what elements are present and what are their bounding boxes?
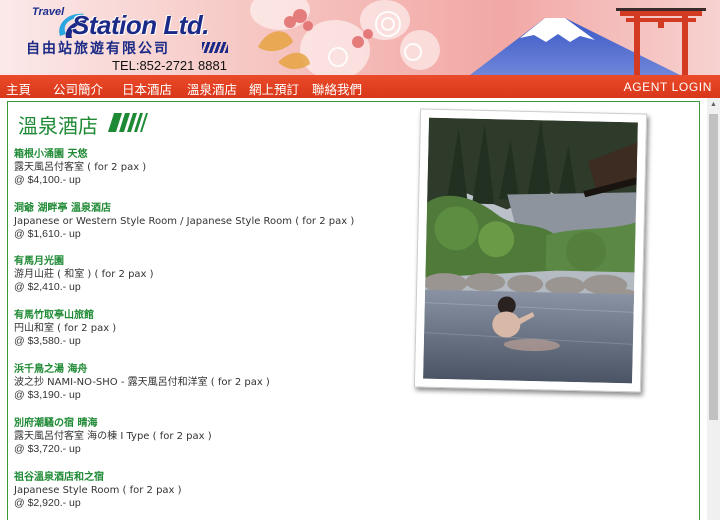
flower-decoration-icon bbox=[258, 9, 422, 70]
scrollbar-thumb[interactable] bbox=[709, 114, 718, 420]
hotel-room-type: Japanese Style Room ( for 2 pax ) bbox=[14, 484, 182, 496]
nav-item-japan-hotels[interactable]: 日本酒店 bbox=[122, 79, 172, 98]
hotel-price: @ $2,410.- up bbox=[14, 281, 81, 294]
page-title: 溫泉酒店 bbox=[18, 114, 98, 138]
header-banner: Travel Station Ltd. 自由站旅遊有限公司 TEL:852-27… bbox=[0, 0, 720, 75]
hotel-price: @ $4,100.- up bbox=[14, 174, 81, 187]
hotel-price: @ $1,610.- up bbox=[14, 228, 81, 241]
onsen-photo bbox=[413, 108, 648, 393]
scroll-up-arrow-icon[interactable]: ▲ bbox=[707, 98, 720, 112]
hotel-price: @ $2,920.- up bbox=[14, 497, 81, 510]
hotel-listing: 箱根小涌園 天悠 露天風呂付客室 ( for 2 pax ) @ $4,100.… bbox=[14, 149, 146, 187]
main-navigation: 主頁 公司簡介 日本酒店 溫泉酒店 網上預訂 聯絡我們 AGENT LOGIN bbox=[0, 75, 720, 98]
hotel-listing: 有馬竹取亭山旅館 円山和室 ( for 2 pax ) @ $3,580.- u… bbox=[14, 310, 116, 348]
hotel-room-type: 露天風呂付客室 ( for 2 pax ) bbox=[14, 161, 147, 173]
green-stripes-icon bbox=[108, 113, 148, 132]
hotel-price: @ $3,190.- up bbox=[14, 389, 81, 402]
nav-item-online-booking[interactable]: 網上預訂 bbox=[249, 79, 299, 98]
hotel-price: @ $3,720.- up bbox=[14, 443, 81, 456]
hotel-name-link[interactable]: 洞爺 湖畔亭 溫泉酒店 bbox=[14, 203, 354, 216]
telephone-number: TEL:852-2721 8881 bbox=[112, 58, 227, 73]
hotel-listing: 別府潮騷の宿 晴海 露天風呂付客室 海の棟 I Type ( for 2 pax… bbox=[14, 418, 212, 456]
hotel-listing: 有馬月光園 游月山莊 ( 和室 ) ( for 2 pax ) @ $2,410… bbox=[14, 256, 154, 294]
hotel-listing: 祖谷溫泉酒店和之宿 Japanese Style Room ( for 2 pa… bbox=[14, 472, 182, 510]
mount-fuji-torii-illustration bbox=[470, 8, 706, 75]
hotel-room-type: 円山和室 ( for 2 pax ) bbox=[14, 322, 117, 334]
hotel-name-link[interactable]: 有馬月光園 bbox=[14, 256, 154, 269]
company-logo[interactable]: Travel Station Ltd. 自由站旅遊有限公司 TEL:852-27… bbox=[26, 4, 238, 74]
nav-item-onsen-hotels[interactable]: 溫泉酒店 bbox=[187, 79, 237, 98]
hotel-listing: 洞爺 湖畔亭 溫泉酒店 Japanese or Western Style Ro… bbox=[14, 203, 354, 241]
nav-item-contact[interactable]: 聯絡我們 bbox=[312, 79, 362, 98]
logo-stripes-decoration bbox=[202, 42, 228, 53]
hotel-room-type: Japanese or Western Style Room / Japanes… bbox=[14, 215, 355, 227]
hotel-room-type: 游月山莊 ( 和室 ) ( for 2 pax ) bbox=[14, 268, 154, 280]
hotel-name-link[interactable]: 祖谷溫泉酒店和之宿 bbox=[14, 472, 182, 485]
nav-item-about[interactable]: 公司簡介 bbox=[53, 79, 103, 98]
hotel-price: @ $3,580.- up bbox=[14, 335, 81, 348]
hotel-name-link[interactable]: 浜千鳥之湯 海舟 bbox=[14, 364, 270, 377]
logo-chinese-name: 自由站旅遊有限公司 bbox=[26, 41, 170, 57]
hotel-listing: 浜千鳥之湯 海舟 波之抄 NAMI-NO-SHO - 露天風呂付和洋室 ( fo… bbox=[14, 364, 270, 402]
agent-login-link[interactable]: AGENT LOGIN bbox=[624, 80, 712, 94]
hotel-name-link[interactable]: 有馬竹取亭山旅館 bbox=[14, 310, 116, 323]
nav-item-home[interactable]: 主頁 bbox=[6, 79, 31, 98]
hotel-room-type: 波之抄 NAMI-NO-SHO - 露天風呂付和洋室 ( for 2 pax ) bbox=[14, 376, 270, 388]
hot-spring-image bbox=[423, 117, 638, 384]
hotel-room-type: 露天風呂付客室 海の棟 I Type ( for 2 pax ) bbox=[14, 430, 212, 442]
vertical-scrollbar[interactable]: ▲ bbox=[707, 98, 720, 520]
logo-company-name: Station Ltd. bbox=[72, 10, 209, 40]
content-panel: 溫泉酒店 箱根小涌園 天悠 露天風呂付客室 ( for 2 pax ) @ $4… bbox=[7, 101, 700, 520]
hotel-name-link[interactable]: 箱根小涌園 天悠 bbox=[14, 149, 146, 162]
logo-travel-text: Travel bbox=[32, 6, 65, 18]
hotel-name-link[interactable]: 別府潮騷の宿 晴海 bbox=[14, 418, 212, 431]
